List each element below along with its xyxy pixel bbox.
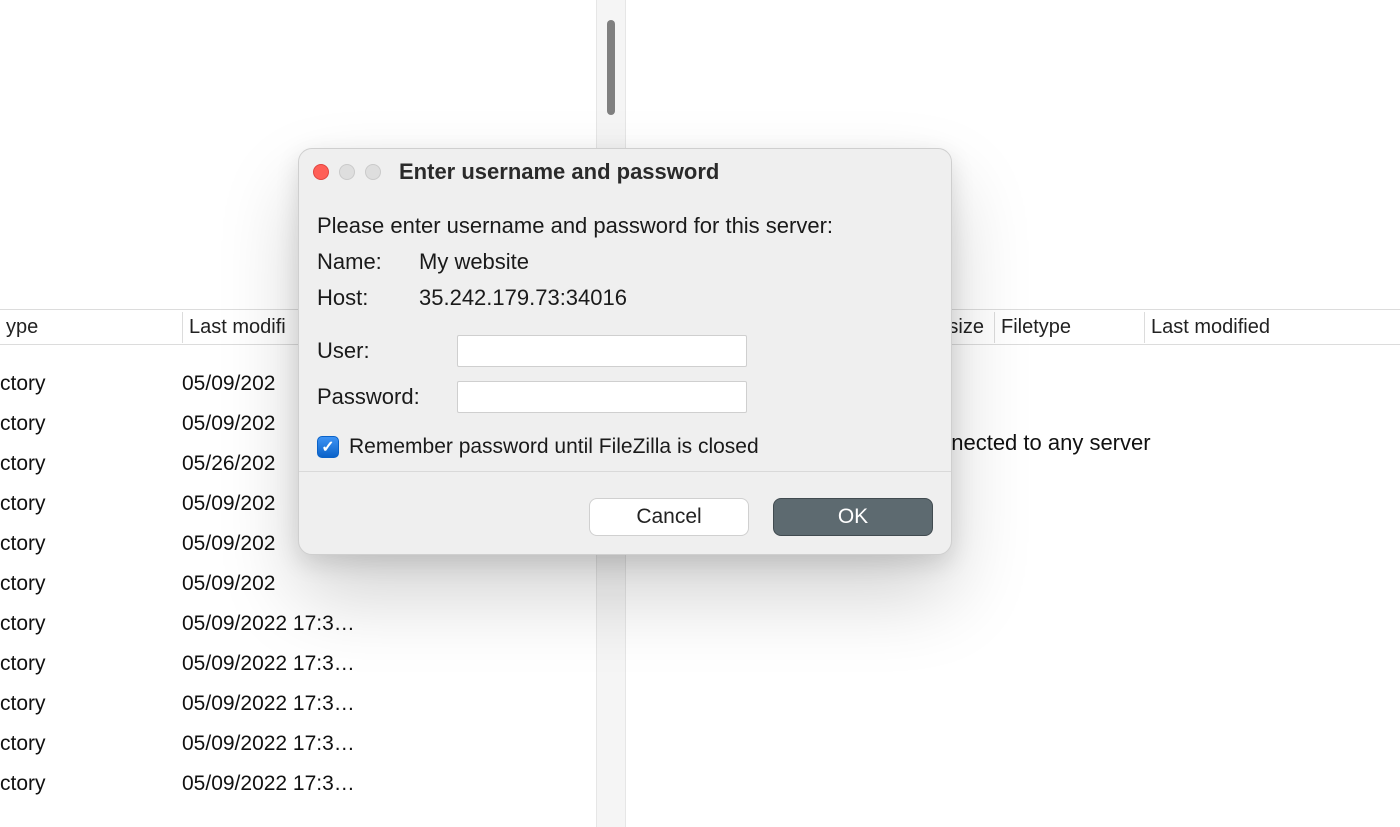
dialog-divider <box>299 471 951 472</box>
col-filetype[interactable]: Filetype <box>994 312 1144 343</box>
remember-label: Remember password until FileZilla is clo… <box>349 435 759 459</box>
remember-checkbox[interactable]: ✓ <box>317 436 339 458</box>
cell-filetype: ctory <box>0 572 182 596</box>
table-row[interactable]: ctory05/09/2022 17:3… <box>0 764 596 804</box>
cell-filetype: ctory <box>0 652 182 676</box>
name-value: My website <box>419 249 529 275</box>
cell-filetype: ctory <box>0 452 182 476</box>
cell-filetype: ctory <box>0 612 182 636</box>
cell-last-modified: 05/09/2022 17:3… <box>182 692 596 716</box>
cell-filetype: ctory <box>0 692 182 716</box>
cell-filetype: ctory <box>0 772 182 796</box>
cell-filetype: ctory <box>0 412 182 436</box>
cell-last-modified: 05/09/202 <box>182 572 596 596</box>
table-row[interactable]: ctory05/09/2022 17:3… <box>0 724 596 764</box>
col-last-modified[interactable]: Last modified <box>1144 312 1400 343</box>
cell-filetype: ctory <box>0 372 182 396</box>
name-label: Name: <box>317 249 419 275</box>
password-input[interactable] <box>457 381 747 413</box>
dialog-body: Please enter username and password for t… <box>299 195 951 480</box>
cancel-button[interactable]: Cancel <box>589 498 749 536</box>
dialog-title: Enter username and password <box>399 159 719 185</box>
cell-filetype: ctory <box>0 532 182 556</box>
window-controls <box>313 164 381 180</box>
user-row: User: <box>317 335 933 367</box>
cell-filetype: ctory <box>0 732 182 756</box>
cell-last-modified: 05/09/2022 17:3… <box>182 612 596 636</box>
cell-last-modified: 05/09/2022 17:3… <box>182 652 596 676</box>
password-label: Password: <box>317 384 457 410</box>
user-label: User: <box>317 338 457 364</box>
dialog-prompt: Please enter username and password for t… <box>317 213 933 239</box>
table-row[interactable]: ctory05/09/202 <box>0 564 596 604</box>
password-row: Password: <box>317 381 933 413</box>
host-value: 35.242.179.73:34016 <box>419 285 627 311</box>
remember-row[interactable]: ✓ Remember password until FileZilla is c… <box>317 435 933 459</box>
table-row[interactable]: ctory05/09/2022 17:3… <box>0 644 596 684</box>
login-dialog: Enter username and password Please enter… <box>298 148 952 555</box>
table-row[interactable]: ctory05/09/2022 17:3… <box>0 684 596 724</box>
name-row: Name: My website <box>317 249 933 275</box>
close-window-icon[interactable] <box>313 164 329 180</box>
col-filetype[interactable]: ype <box>0 312 182 343</box>
dialog-buttons: Cancel OK <box>299 480 951 554</box>
cell-last-modified: 05/09/2022 17:3… <box>182 732 596 756</box>
cell-last-modified: 05/09/2022 17:3… <box>182 772 596 796</box>
ok-button[interactable]: OK <box>773 498 933 536</box>
table-row[interactable]: ctory05/09/2022 17:3… <box>0 604 596 644</box>
scrollbar-thumb[interactable] <box>607 20 615 115</box>
dialog-titlebar[interactable]: Enter username and password <box>299 149 951 195</box>
host-row: Host: 35.242.179.73:34016 <box>317 285 933 311</box>
cell-filetype: ctory <box>0 492 182 516</box>
maximize-window-icon <box>365 164 381 180</box>
minimize-window-icon <box>339 164 355 180</box>
user-input[interactable] <box>457 335 747 367</box>
host-label: Host: <box>317 285 419 311</box>
